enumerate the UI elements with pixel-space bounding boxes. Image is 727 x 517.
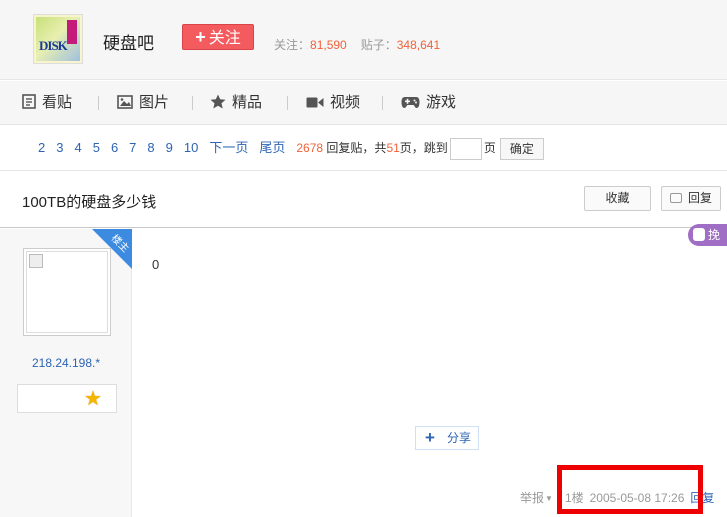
- forum-stats: 关注：81,590 贴子：348,641: [274, 36, 440, 53]
- report-label: 举报: [520, 491, 545, 505]
- follow-count: 81,590: [310, 38, 347, 52]
- next-page-link[interactable]: 下一页: [209, 140, 248, 155]
- follow-label: 关注: [208, 30, 241, 47]
- report-button[interactable]: 举报▼: [520, 491, 553, 505]
- page-link[interactable]: 4: [74, 140, 81, 155]
- plus-icon: +: [425, 428, 435, 447]
- page-link[interactable]: 10: [184, 140, 198, 155]
- gamepad-icon: [401, 95, 420, 115]
- follow-button[interactable]: + 关注: [182, 24, 254, 50]
- reply-count: 2678: [296, 141, 324, 155]
- share-button[interactable]: + 分享: [415, 426, 479, 450]
- thread-title: 100TB的硬盘多少钱: [22, 194, 157, 211]
- nav-item-posts[interactable]: 看贴: [22, 93, 72, 113]
- nav-label: 游戏: [426, 94, 457, 111]
- paw-icon: [693, 228, 705, 241]
- nav-divider: [192, 96, 193, 110]
- page-link[interactable]: 2: [38, 140, 45, 155]
- page-jump-input[interactable]: [449, 137, 482, 160]
- logo-image: DISK: [36, 17, 80, 61]
- nav-label: 图片: [139, 94, 170, 111]
- forum-header: DISK 硬盘吧 + 关注 关注：81,590 贴子：348,641: [0, 0, 727, 80]
- original-poster-badge: 楼主: [92, 229, 132, 269]
- floor-number: 1楼: [564, 491, 584, 505]
- page-jump-label: 页，跳到: [399, 141, 448, 155]
- author-ip[interactable]: 218.24.198.*: [0, 356, 132, 370]
- nav-label: 精品: [232, 94, 263, 111]
- post-count: 348,641: [396, 38, 441, 52]
- swap-label: 挽: [708, 228, 721, 242]
- nav-item-images[interactable]: 图片: [117, 93, 169, 113]
- star-icon[interactable]: ★: [84, 389, 102, 409]
- caret-down-icon: ▼: [545, 494, 553, 503]
- reply-label: 回复: [688, 191, 713, 205]
- nav-label: 看贴: [42, 94, 73, 111]
- forum-nav: 看贴 图片 精品 视频 游戏: [0, 81, 727, 125]
- page-link[interactable]: 9: [166, 140, 173, 155]
- forum-logo[interactable]: DISK: [33, 14, 83, 64]
- post-content: 0: [152, 257, 160, 272]
- nav-divider: [98, 96, 99, 110]
- swap-skin-tag[interactable]: 挽: [688, 224, 727, 246]
- image-icon: [117, 95, 133, 115]
- comment-icon: [670, 193, 682, 203]
- page-jump-confirm-button[interactable]: 确定: [499, 137, 544, 160]
- reply-button[interactable]: 回复: [661, 186, 721, 211]
- pagination: 2 3 4 5 6 7 8 9 10 下一页 尾页 2678 回复贴，共51页，跳到 页确定: [38, 137, 544, 160]
- page-link[interactable]: 7: [129, 140, 136, 155]
- nav-label: 视频: [330, 94, 361, 111]
- follow-count-label: 关注：: [274, 38, 311, 52]
- last-page-link[interactable]: 尾页: [259, 140, 285, 155]
- logo-badge: [67, 20, 77, 44]
- forum-name[interactable]: 硬盘吧: [103, 29, 154, 54]
- nav-item-videos[interactable]: 视频: [306, 93, 360, 113]
- nav-divider: [382, 96, 383, 110]
- broken-image-icon: [29, 254, 43, 268]
- post-time: 2005-05-08 17:26: [589, 491, 685, 505]
- post-count-label: 贴子：: [360, 38, 397, 52]
- nav-item-featured[interactable]: 精品: [210, 93, 262, 113]
- share-label: 分享: [447, 431, 472, 445]
- favorite-button[interactable]: 收藏: [584, 186, 651, 211]
- page-link[interactable]: 5: [93, 140, 100, 155]
- nav-item-games[interactable]: 游戏: [401, 93, 456, 113]
- page-link[interactable]: 6: [111, 140, 118, 155]
- video-camera-icon: [306, 95, 324, 115]
- post-reply-link[interactable]: 回复: [690, 491, 714, 505]
- page-link[interactable]: 8: [147, 140, 154, 155]
- author-level-box: [17, 384, 117, 413]
- nav-divider: [287, 96, 288, 110]
- post-meta: 举报▼ 1楼 2005-05-08 17:26 回复: [520, 489, 714, 506]
- page-total: 51: [386, 141, 400, 155]
- reply-count-label: 回复贴，共: [326, 141, 387, 155]
- star-icon: [210, 94, 226, 115]
- page-link[interactable]: 3: [56, 140, 63, 155]
- page-unit-label: 页: [483, 141, 496, 155]
- logo-text: DISK: [39, 38, 68, 53]
- plus-icon: +: [195, 27, 206, 47]
- document-icon: [22, 94, 36, 115]
